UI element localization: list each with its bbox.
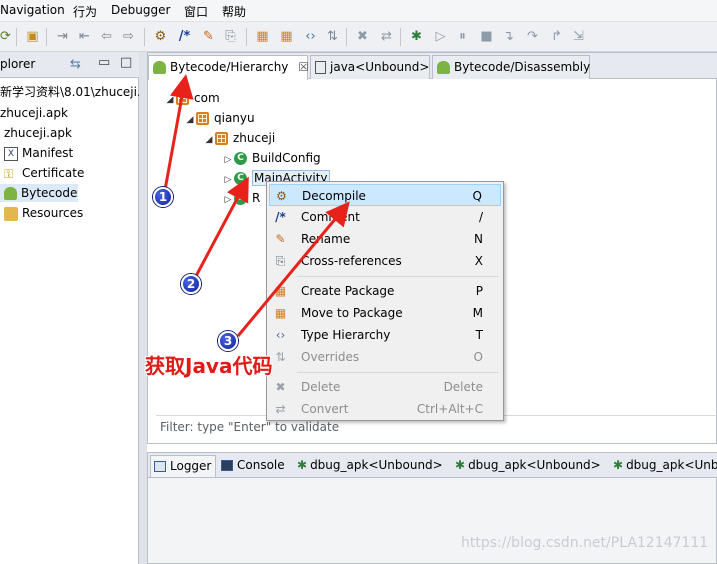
arrow-2	[193, 176, 249, 279]
annotation-arrows	[163, 74, 350, 337]
annotation-badge-3: 3	[218, 331, 238, 351]
annotation-caption: 获取Java代码	[145, 354, 273, 378]
annotation-badge-2: 2	[181, 274, 201, 294]
arrow-3	[236, 201, 350, 337]
annotation-badge-1: 1	[153, 187, 173, 207]
watermark: https://blog.csdn.net/PLA12147111	[461, 535, 709, 551]
arrow-1	[163, 74, 194, 191]
